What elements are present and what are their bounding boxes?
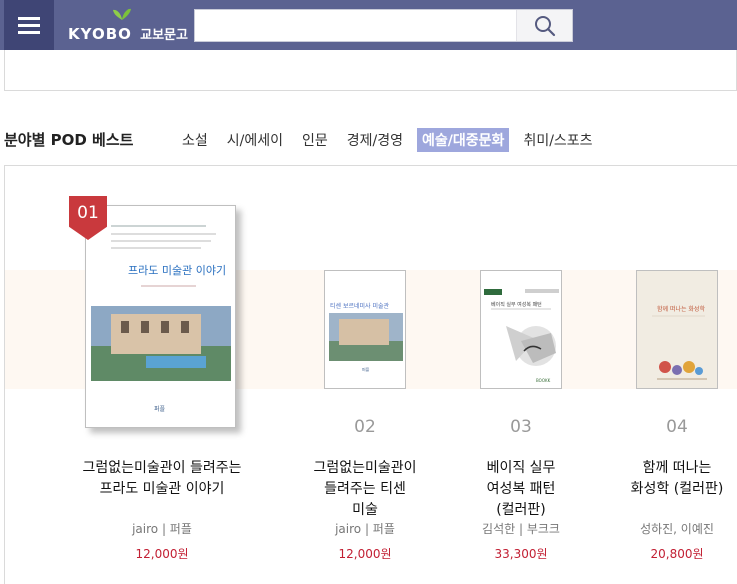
page: KYOBO 교보문고 분야별 POD 베스트 소설 시/에세이 인문 경제/경영… xyxy=(0,0,737,584)
book-price-3: 33,300원 xyxy=(494,547,548,561)
book-cover-3-title: 베이직 실무 여성복 패턴 xyxy=(491,301,542,308)
book-cover-1-art: 프라도 미술관 이야기 퍼플 xyxy=(86,206,235,427)
kyobo-logo[interactable]: KYOBO 교보문고 xyxy=(66,6,188,44)
book-title-4[interactable]: 함께 떠나는 화성학 (컬러판) xyxy=(624,458,730,500)
logo-text: KYOBO 교보문고 xyxy=(68,24,188,43)
book-price-1: 12,000원 xyxy=(135,547,189,561)
tab-novel[interactable]: 소설 xyxy=(177,128,213,152)
book-price-4: 20,800원 xyxy=(650,547,704,561)
book-cover-4-title: 함께 떠나는 화성학 xyxy=(657,305,705,313)
logo-text-en: KYOBO xyxy=(68,25,132,43)
hamburger-icon-line xyxy=(18,23,40,27)
book-cover-2[interactable]: 티센 보르네미사 미술관 퍼플 xyxy=(324,270,406,389)
book-author-3: 김석한 | 부크크 xyxy=(482,522,560,536)
rank-number-2: 02 xyxy=(354,417,376,437)
book-cover-4-art: 함께 떠나는 화성학 xyxy=(637,271,717,388)
book-cover-2-publisher: 퍼플 xyxy=(362,366,370,372)
book-cover-1[interactable]: 프라도 미술관 이야기 퍼플 xyxy=(85,205,236,428)
book-cover-3-art: 베이직 실무 여성복 패턴 BOOKK xyxy=(481,271,561,388)
search-button[interactable] xyxy=(516,10,572,41)
book-cover-1-publisher: 퍼플 xyxy=(154,405,166,413)
book-title-1[interactable]: 그럼없는미술관이 들려주는 프라도 미술관 이야기 xyxy=(80,458,244,500)
book-title-2[interactable]: 그럼없는미술관이 들려주는 티센 미술 xyxy=(310,458,420,521)
rank-number-3: 03 xyxy=(510,417,532,437)
category-section-title: 분야별 POD 베스트 xyxy=(4,131,134,149)
hamburger-icon xyxy=(18,16,40,20)
tab-art-culture[interactable]: 예술/대중문화 xyxy=(417,128,510,152)
top-content-box xyxy=(4,50,737,91)
leaf-icon xyxy=(113,8,131,20)
tab-poetry-essay[interactable]: 시/에세이 xyxy=(222,128,288,152)
book-author-1: jairo | 퍼플 xyxy=(132,522,192,536)
book-author-4: 성하진, 이예진 xyxy=(640,522,714,536)
book-cover-2-art: 티센 보르네미사 미술관 퍼플 xyxy=(325,271,405,388)
search-icon xyxy=(534,15,555,36)
menu-button[interactable] xyxy=(4,0,54,50)
book-cover-3-publisher: BOOKK xyxy=(536,378,551,383)
book-cover-1-title: 프라도 미술관 이야기 xyxy=(128,264,226,277)
book-cover-2-title: 티센 보르네미사 미술관 xyxy=(330,302,389,310)
category-tabs: 소설 시/에세이 인문 경제/경영 예술/대중문화 취미/스포츠 xyxy=(177,128,607,152)
search-box xyxy=(194,9,573,42)
tab-hobby-sports[interactable]: 취미/스포츠 xyxy=(518,128,597,152)
hamburger-icon-line xyxy=(18,30,40,34)
book-author-2: jairo | 퍼플 xyxy=(335,522,395,536)
rank-number-4: 04 xyxy=(666,417,688,437)
tab-humanities[interactable]: 인문 xyxy=(297,128,333,152)
book-cover-4[interactable]: 함께 떠나는 화성학 xyxy=(636,270,718,389)
logo-text-ko: 교보문고 xyxy=(140,28,188,43)
search-input[interactable] xyxy=(195,10,515,41)
top-header: KYOBO 교보문고 xyxy=(0,0,737,50)
book-title-3[interactable]: 베이직 실무 여성복 패턴 (컬러판) xyxy=(466,458,576,521)
book-price-2: 12,000원 xyxy=(338,547,392,561)
tab-economy-business[interactable]: 경제/경영 xyxy=(342,128,408,152)
book-cover-3[interactable]: 베이직 실무 여성복 패턴 BOOKK xyxy=(480,270,562,389)
